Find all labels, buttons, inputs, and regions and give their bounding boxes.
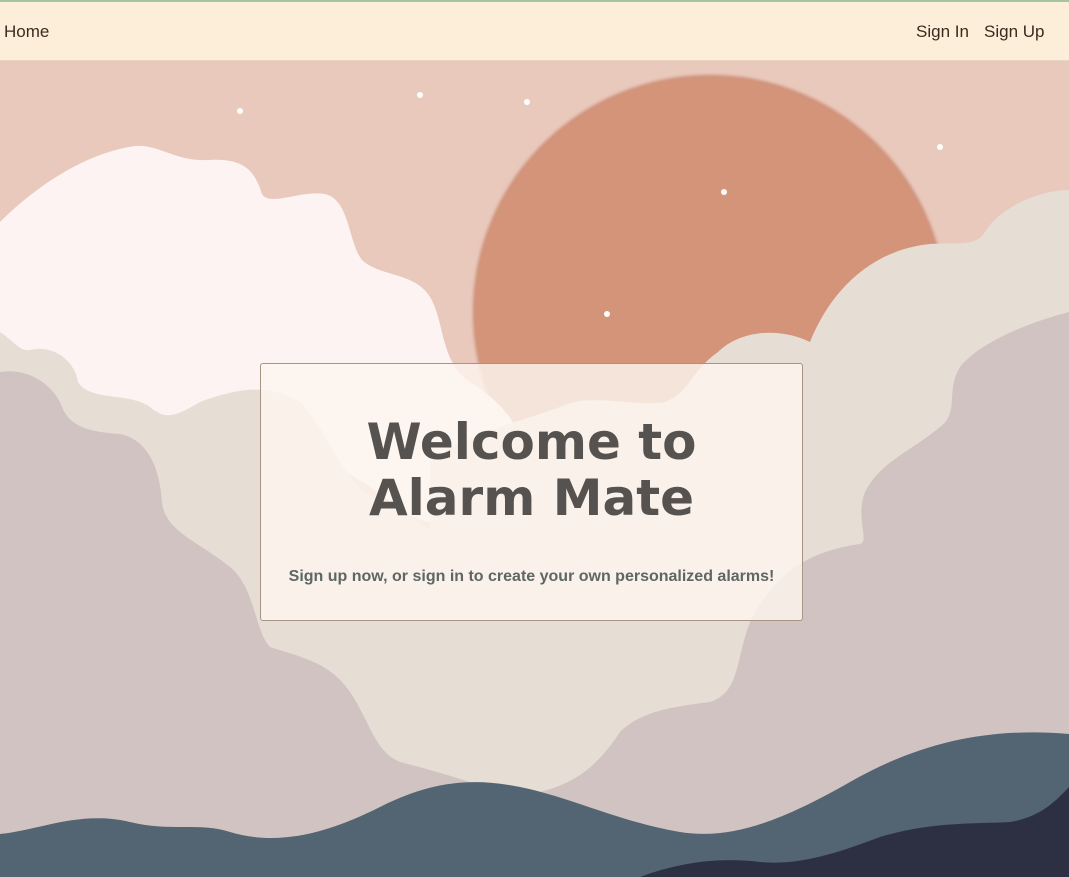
welcome-title: Welcome to Alarm Mate: [366, 413, 697, 527]
nav-sign-up-link[interactable]: Sign Up: [984, 22, 1044, 42]
nav-sign-in-link[interactable]: Sign In: [916, 22, 969, 42]
navbar: Home Sign In Sign Up: [0, 2, 1069, 61]
nav-home-link[interactable]: Home: [4, 22, 49, 42]
welcome-subtitle: Sign up now, or sign in to create your o…: [288, 568, 775, 585]
welcome-card: Welcome to Alarm Mate Sign up now, or si…: [260, 363, 803, 621]
page: Home Sign In Sign Up Welcome to Alarm Ma…: [0, 0, 1069, 877]
